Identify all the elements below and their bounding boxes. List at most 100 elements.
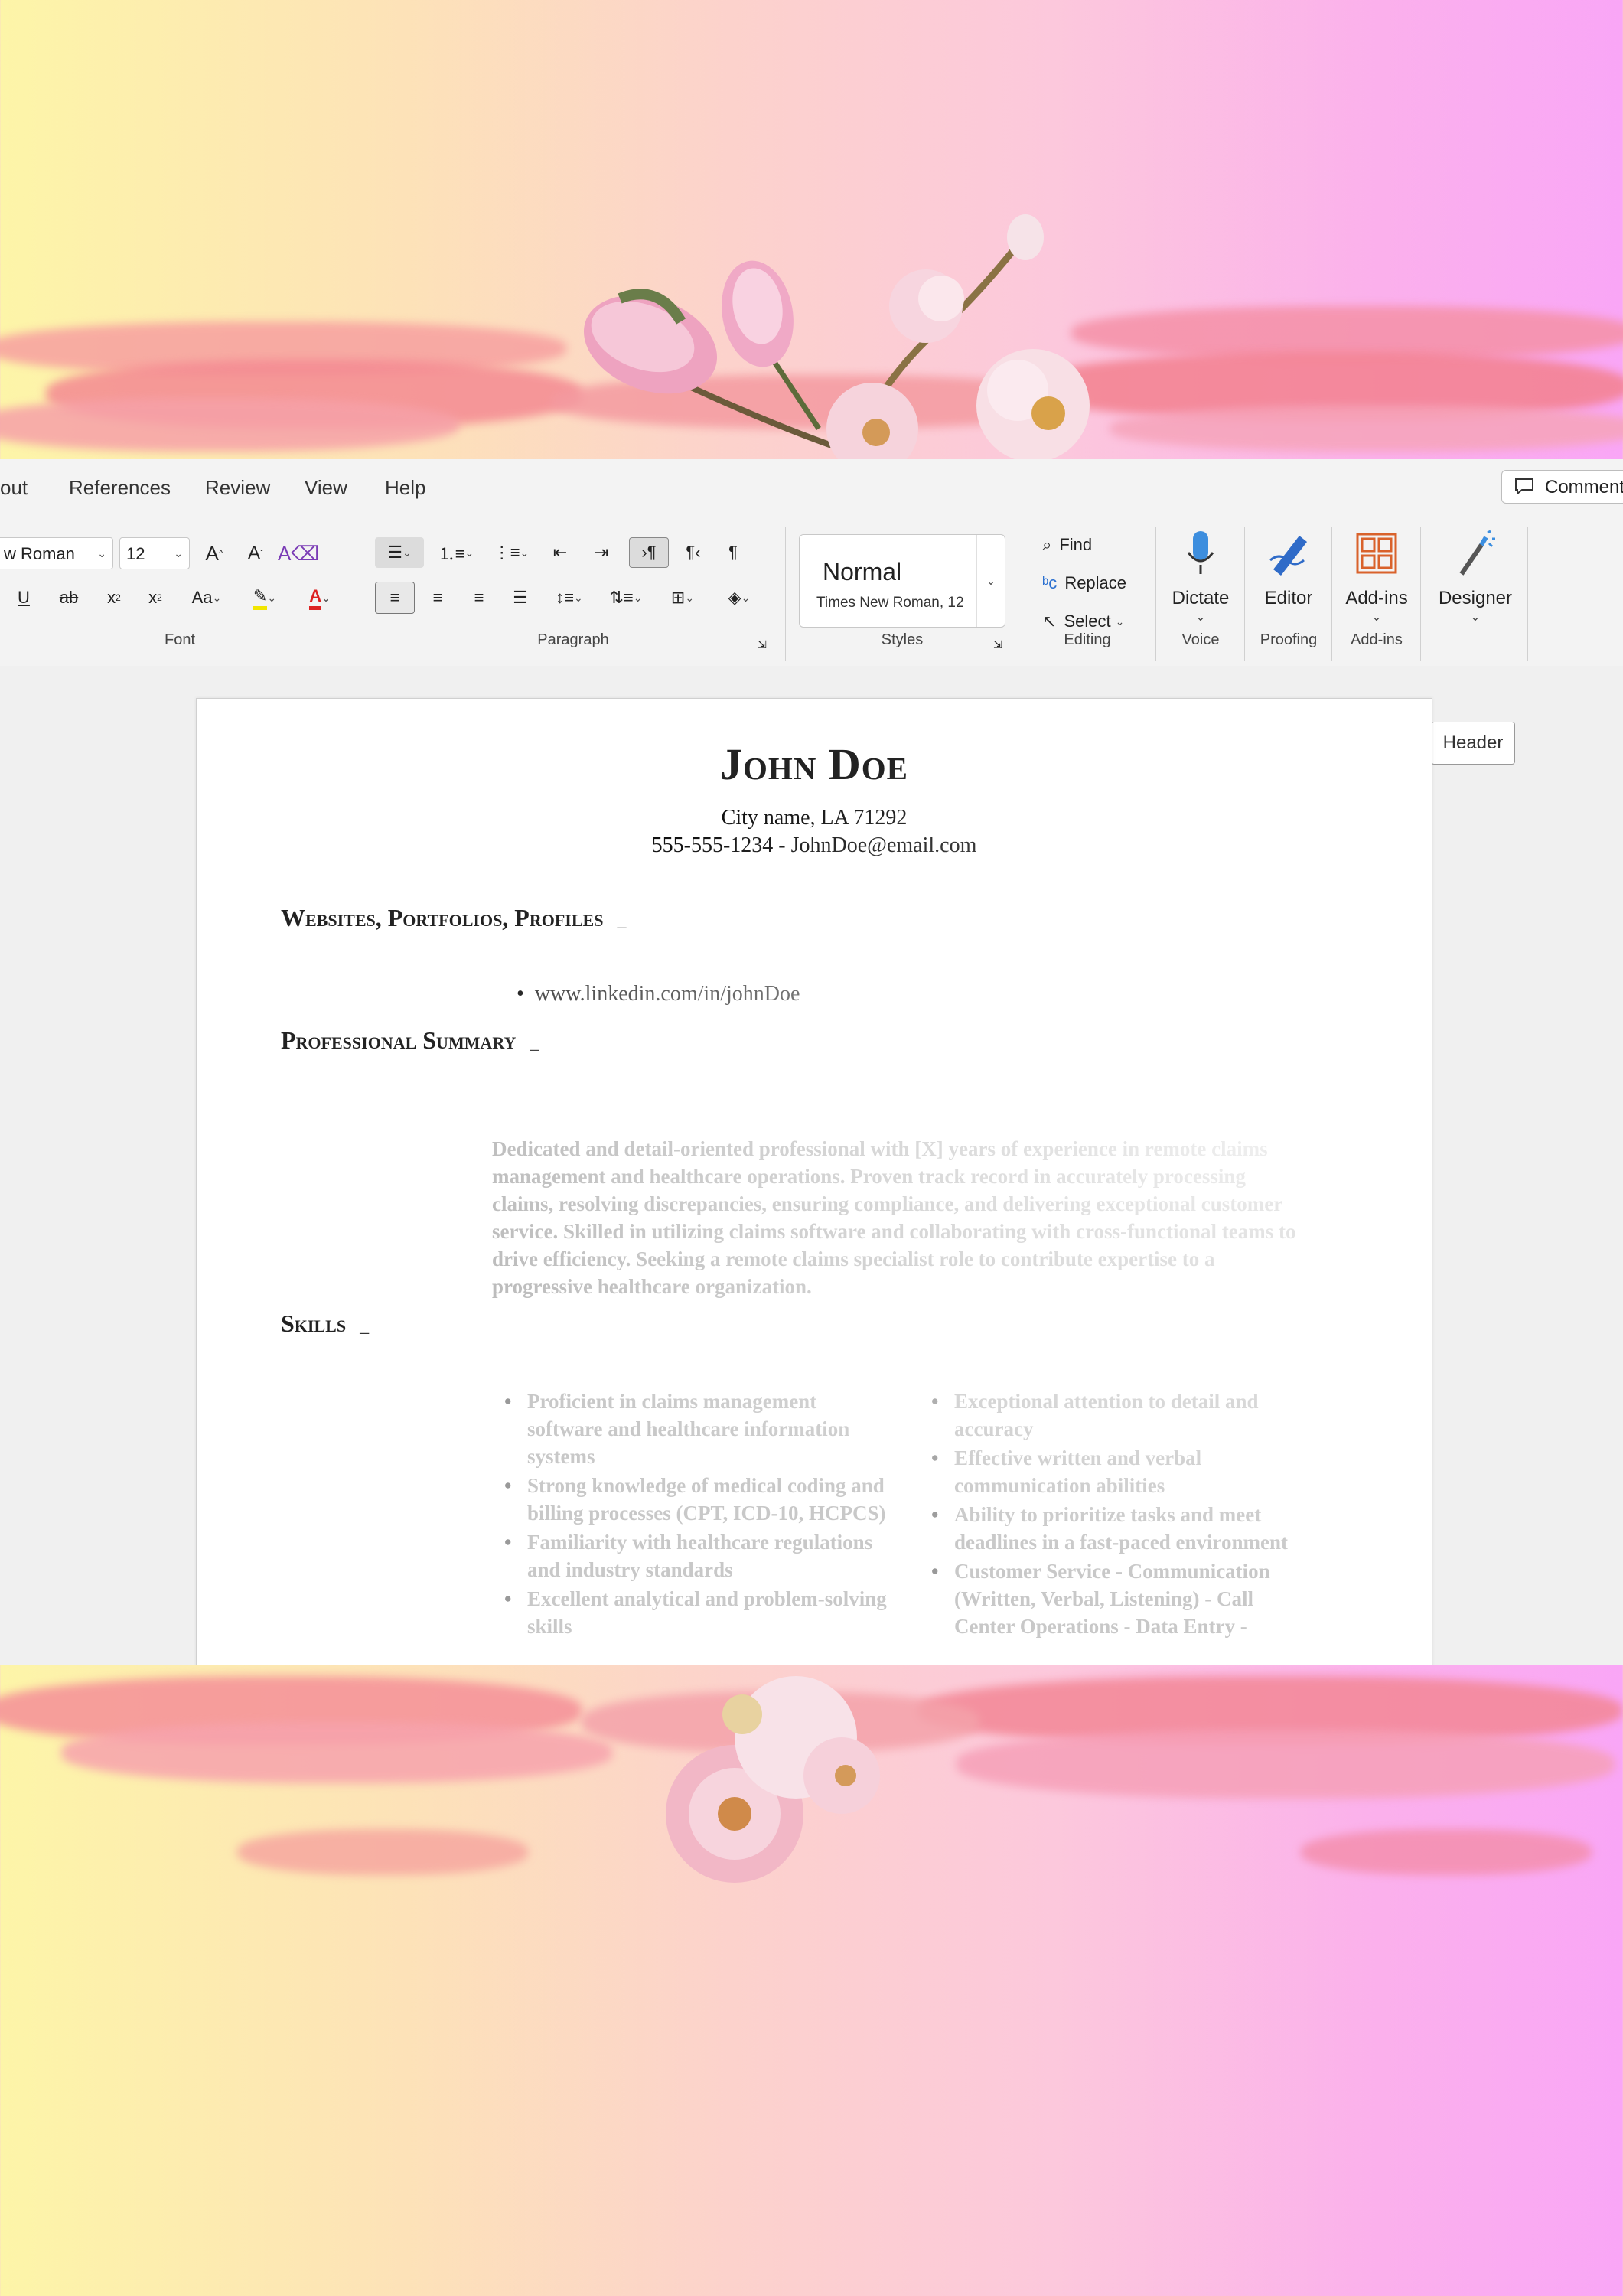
paragraph-group-label: Paragraph [537,631,609,648]
skill-item: Strong knowledge of medical coding and b… [504,1472,895,1527]
align-right-icon[interactable]: ≡ [464,582,494,614]
skill-item: Proficient in claims management software… [504,1388,895,1470]
skill-item: Ability to prioritize tasks and meet dea… [931,1501,1314,1556]
tab-layout[interactable]: out [0,476,28,500]
styles-group: Normal Times New Roman, 12 ⌄ Styles ⇲ [787,522,1018,660]
tab-help[interactable]: Help [385,476,425,500]
dialog-launcher-icon[interactable]: ⇲ [754,637,770,652]
align-left-icon[interactable]: ≡ [375,582,415,614]
paragraph-group: ☰ ⌄ ⒈≡ ⌄ ⋮≡ ⌄ ⇤ ⇥ ›¶ ¶‹ ¶ ≡ ≡ ≡ ☰ ↕≡ ⌄ ⇅… [361,522,785,660]
chevron-down-icon: ⌄ [174,547,183,559]
style-name: Normal [823,558,902,585]
microphone-icon [1187,531,1214,574]
font-size-dropdown[interactable]: 12 ⌄ [119,537,190,569]
multilevel-list-icon[interactable]: ⋮≡ ⌄ [487,537,536,568]
editing-group-label: Editing [1064,631,1111,648]
dictate-label: Dictate [1172,588,1230,608]
strikethrough-icon[interactable]: ab [54,583,84,612]
separator [1527,527,1528,661]
ribbon-toolbar: w Roman ⌄ 12 ⌄ A ^ Aˇ A⌫ U ab x2 x2 Aa ⌄ … [0,522,1623,666]
increase-indent-icon[interactable]: ⇥ [586,537,617,568]
addins-button[interactable]: Add-ins ⌄ [1333,527,1420,634]
shrink-font-icon[interactable]: Aˇ [240,539,271,568]
chevron-down-icon: ⌄ [1470,611,1481,624]
line-spacing-icon[interactable]: ↕≡ ⌄ [545,582,594,614]
show-formatting-marks-icon[interactable]: ¶ [718,537,748,568]
skill-item: Customer Service - Communication (Writte… [931,1557,1314,1640]
addins-label: Add-ins [1345,588,1408,608]
voice-group: Dictate ⌄ Voice [1157,522,1244,660]
resume-name: John Doe [719,739,908,789]
tab-references[interactable]: References [69,476,171,500]
subscript-icon[interactable]: x2 [101,583,127,612]
styles-gallery[interactable]: Normal Times New Roman, 12 ⌄ [799,534,1005,628]
section-skills-title: Skills _ [281,1309,370,1337]
addins-group-label: Add-ins [1351,631,1403,648]
numbering-icon[interactable]: ⒈≡ ⌄ [432,537,481,568]
grow-font-icon[interactable]: A ^ [199,539,230,568]
separator [1155,527,1156,661]
skill-item: Effective written and verbal communicati… [931,1444,1314,1499]
font-size-value: 12 [126,544,145,563]
cherry-blossom-bottom-illustration [666,1676,880,1883]
replace-button[interactable]: ᵇc Replace [1042,569,1149,597]
separator [1420,527,1421,661]
editing-group: ⌕ Find ᵇc Replace ↖ Select ⌄ Editing [1019,522,1155,660]
justify-icon[interactable]: ☰ [505,582,536,614]
resume-contact-line: 555-555-1234 - JohnDoe@email.com [651,833,977,857]
chevron-down-icon: ⌄ [97,547,106,559]
section-summary-label: Professional Summary [281,1026,517,1054]
proofing-group-label: Proofing [1260,631,1318,648]
search-icon: ⌕ [1042,535,1052,554]
rtl-text-direction-icon[interactable]: ¶‹ [678,537,709,568]
proofing-group: Editor Proofing [1246,522,1331,660]
align-center-icon[interactable]: ≡ [422,582,453,614]
shading-icon[interactable]: ◈ ⌄ [715,582,764,614]
designer-button[interactable]: Designer ⌄ [1422,527,1529,634]
separator [1244,527,1245,661]
chevron-down-icon: ⌄ [1195,611,1206,624]
find-button[interactable]: ⌕ Find [1042,531,1142,559]
voice-group-label: Voice [1181,631,1220,648]
clear-formatting-icon[interactable]: A⌫ [278,539,319,568]
section-skills-label: Skills [281,1309,347,1337]
change-case-icon[interactable]: Aa ⌄ [184,583,230,612]
dictate-button[interactable]: Dictate ⌄ [1157,527,1244,634]
dialog-launcher-icon[interactable]: ⇲ [990,637,1005,652]
ribbon-tabs: out References Review View Help Comment [0,459,1623,514]
underline-icon[interactable]: U [11,583,37,612]
ltr-text-direction-icon[interactable]: ›¶ [629,537,669,568]
skills-list-right: Exceptional attention to detail and accu… [931,1388,1314,1642]
editor-label: Editor [1264,588,1313,608]
decrease-indent-icon[interactable]: ⇤ [545,537,575,568]
superscript-icon[interactable]: x2 [142,583,168,612]
comments-label: Comment [1545,477,1623,497]
font-color-icon[interactable]: A ⌄ [295,583,344,612]
cherry-blossom-illustration [583,214,1090,459]
highlight-color-icon[interactable]: ✎ ⌄ [240,583,289,612]
linkedin-item: • www.linkedin.com/in/johnDoe [517,982,800,1006]
borders-icon[interactable]: ⊞ ⌄ [658,582,707,614]
bullets-icon[interactable]: ☰ ⌄ [375,537,424,568]
ribbon: out References Review View Help Comment … [0,459,1623,667]
section-websites-title: Websites, Portfolios, Profiles _ [281,904,627,931]
separator [1331,527,1332,661]
comments-button[interactable]: Comment [1501,470,1623,504]
document-page[interactable]: John Doe City name, LA 71292 555-555-123… [196,698,1432,1665]
section-summary-title: Professional Summary _ [281,1026,539,1054]
document-canvas: Header John Doe City name, LA 71292 555-… [0,666,1623,1665]
tab-review[interactable]: Review [205,476,270,500]
editor-button[interactable]: Editor [1246,527,1331,634]
editor-pen-icon [1269,536,1307,576]
linkedin-url: www.linkedin.com/in/johnDoe [534,982,800,1006]
header-tag[interactable]: Header [1431,722,1515,765]
skill-item: Exceptional attention to detail and accu… [931,1388,1314,1443]
styles-expand-icon[interactable]: ⌄ [976,535,1005,627]
font-group-label: Font [164,631,196,648]
paragraph-spacing-icon[interactable]: ⇅≡ ⌄ [601,582,650,614]
chevron-down-icon: ⌄ [1371,611,1382,624]
tab-view[interactable]: View [305,476,347,500]
font-name-dropdown[interactable]: w Roman ⌄ [0,537,113,569]
resume-city: City name, LA 71292 [721,806,908,830]
comment-icon [1515,478,1533,494]
